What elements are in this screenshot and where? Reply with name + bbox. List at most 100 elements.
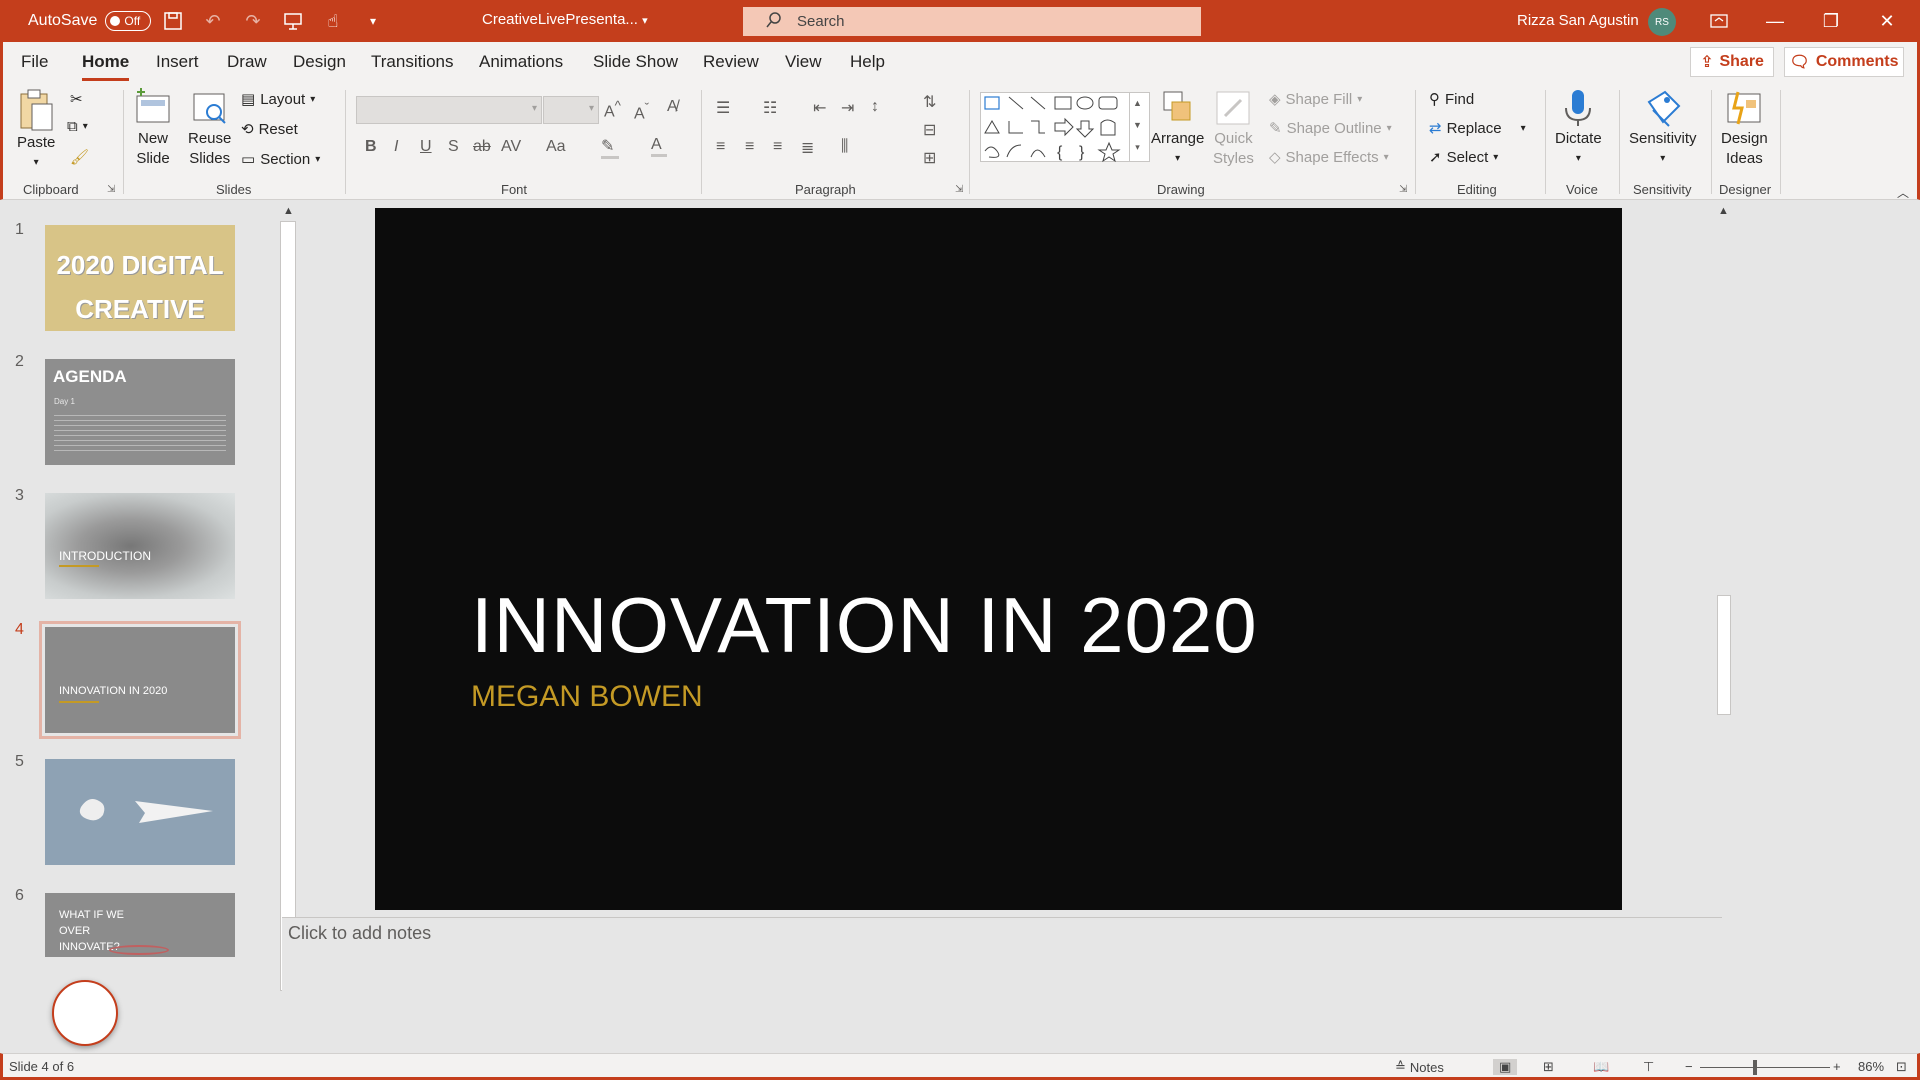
increase-indent-icon[interactable]: ⇥ — [841, 98, 854, 118]
new-slide-button[interactable]: New Slide — [133, 88, 173, 168]
autosave-control[interactable]: AutoSave Off — [28, 11, 152, 31]
reuse-slides-button[interactable]: Reuse Slides — [188, 88, 231, 168]
shape-effects-button[interactable]: ◇ Shape Effects ▾ — [1269, 148, 1389, 167]
slide-thumbnail-2[interactable]: AGENDA Day 1 — [45, 359, 235, 465]
decrease-font-size-icon[interactable]: Aˇ — [634, 100, 649, 123]
slide-title[interactable]: INNOVATION IN 2020 — [471, 580, 1258, 671]
comments-button[interactable]: 🗨 Comments — [1784, 47, 1904, 77]
scrollbar-thumb[interactable] — [1717, 595, 1731, 715]
zoom-slider[interactable] — [1700, 1067, 1830, 1068]
layout-button[interactable]: ▤ Layout ▾ — [241, 90, 315, 109]
section-button[interactable]: ▭ Section ▾ — [241, 150, 320, 169]
undo-icon[interactable]: ↶ — [200, 8, 226, 34]
scrollbar-thumb[interactable] — [280, 221, 296, 991]
format-painter-button[interactable]: 🖌 — [70, 148, 89, 166]
zoom-slider-knob[interactable] — [1753, 1060, 1757, 1075]
find-button[interactable]: ⚲ Find — [1429, 90, 1474, 109]
reading-view-icon[interactable]: 📖 — [1593, 1059, 1609, 1075]
decrease-indent-icon[interactable]: ⇤ — [813, 98, 826, 118]
tab-slide-show[interactable]: Slide Show — [593, 52, 678, 72]
dialog-launcher-icon[interactable]: ⇲ — [107, 184, 115, 195]
tab-transitions[interactable]: Transitions — [371, 52, 454, 72]
dialog-launcher-icon[interactable]: ⇲ — [955, 184, 963, 195]
ribbon-display-options-icon[interactable] — [1696, 6, 1742, 36]
slide-sorter-icon[interactable]: ⊞ — [1543, 1059, 1554, 1075]
search-box[interactable]: Search — [743, 7, 1201, 36]
gallery-scroll[interactable]: ▲ ▼ ▾ — [1129, 92, 1145, 162]
scroll-up-icon[interactable]: ▲ — [1718, 205, 1729, 217]
sensitivity-button[interactable]: Sensitivity ▾ — [1629, 88, 1697, 168]
shape-fill-button[interactable]: ◈ Shape Fill ▾ — [1269, 90, 1362, 109]
slide-scrollbar[interactable]: ▲ — [1712, 205, 1731, 910]
normal-view-icon[interactable]: ▣ — [1493, 1059, 1518, 1075]
dialog-launcher-icon[interactable]: ⇲ — [1399, 184, 1407, 195]
fit-to-window-icon[interactable]: ⊡ — [1896, 1059, 1907, 1075]
slide-thumbnail-5[interactable] — [45, 759, 235, 865]
tab-home[interactable]: Home — [82, 52, 130, 81]
tab-animations[interactable]: Animations — [479, 52, 563, 72]
copy-button[interactable]: ⧉ ▾ — [67, 118, 88, 135]
tab-file[interactable]: File — [21, 52, 48, 72]
tab-design[interactable]: Design — [293, 52, 346, 72]
notes-placeholder[interactable]: Click to add notes — [288, 923, 431, 944]
slide-thumbnail-3[interactable]: INTRODUCTION — [45, 493, 235, 599]
zoom-level[interactable]: 86% — [1858, 1059, 1884, 1074]
shape-outline-button[interactable]: ✎ Shape Outline ▾ — [1269, 119, 1392, 138]
cut-button[interactable]: ✂ — [70, 90, 83, 108]
avatar[interactable]: RS — [1648, 8, 1676, 36]
highlight-icon[interactable]: ✎ — [601, 136, 619, 159]
strikethrough-icon[interactable]: ab — [473, 138, 491, 156]
slide-subtitle[interactable]: MEGAN BOWEN — [471, 680, 703, 714]
shapes-gallery[interactable]: { } — [980, 92, 1150, 163]
redo-icon[interactable]: ↷ — [240, 8, 266, 34]
reset-button[interactable]: ⟲ Reset — [241, 120, 298, 139]
tab-help[interactable]: Help — [850, 52, 885, 72]
font-name-select[interactable]: ▾ — [356, 96, 542, 124]
close-icon[interactable]: ✕ — [1864, 6, 1910, 36]
bold-icon[interactable]: B — [365, 138, 377, 156]
columns-icon[interactable]: ⫼ — [841, 138, 848, 156]
numbering-icon[interactable]: ☷ — [763, 98, 777, 118]
align-text-icon[interactable]: ⊟ — [923, 120, 936, 140]
touch-mode-icon[interactable]: ☝ — [320, 8, 346, 34]
text-direction-icon[interactable]: ⇅ — [923, 92, 936, 112]
increase-font-size-icon[interactable]: A^ — [604, 98, 621, 121]
line-spacing-icon[interactable]: ↕ — [871, 98, 879, 116]
paste-button[interactable]: Paste ▾ — [17, 88, 55, 172]
share-button[interactable]: ⇪ Share — [1690, 47, 1774, 77]
underline-icon[interactable]: U — [420, 138, 432, 156]
notes-button[interactable]: ≙ Notes — [1395, 1059, 1444, 1075]
file-name[interactable]: CreativeLivePresenta... ▾ — [482, 11, 648, 28]
slide-thumbnail-6[interactable]: WHAT IF WE OVER INNOVATE? — [45, 893, 235, 957]
font-size-select[interactable]: ▾ — [543, 96, 599, 124]
slide-thumbnail-4[interactable]: INNOVATION IN 2020 — [39, 621, 241, 739]
text-shadow-icon[interactable]: S — [448, 138, 459, 156]
character-spacing-icon[interactable]: AV — [501, 138, 521, 156]
slide-canvas[interactable]: INNOVATION IN 2020 MEGAN BOWEN — [375, 208, 1622, 910]
tab-insert[interactable]: Insert — [156, 52, 199, 72]
collapse-ribbon-icon[interactable]: ︿ — [1897, 184, 1909, 201]
italic-icon[interactable]: I — [394, 138, 398, 156]
select-button[interactable]: ➚ Select ▾ — [1429, 148, 1498, 167]
align-center-icon[interactable]: ≡ — [745, 138, 754, 156]
design-ideas-button[interactable]: Design Ideas — [1721, 88, 1768, 168]
autosave-toggle[interactable]: Off — [105, 11, 152, 31]
font-color-icon[interactable]: A — [651, 136, 667, 157]
scroll-up-icon[interactable]: ▲ — [283, 205, 294, 217]
zoom-out-icon[interactable]: − — [1685, 1059, 1693, 1074]
arrange-button[interactable]: Arrange ▾ — [1151, 88, 1204, 168]
tab-draw[interactable]: Draw — [227, 52, 267, 72]
slide-thumbnail-1[interactable]: 2020 DIGITAL CREATIVE LIVE — [45, 225, 235, 331]
save-icon[interactable] — [160, 8, 186, 34]
smartart-icon[interactable]: ⊞ — [923, 148, 936, 168]
zoom-in-icon[interactable]: + — [1833, 1059, 1841, 1074]
clear-formatting-icon[interactable]: A̸ — [667, 98, 678, 116]
present-icon[interactable] — [280, 8, 306, 34]
minimize-icon[interactable]: — — [1752, 6, 1798, 36]
notes-pane[interactable]: Click to add notes — [282, 918, 1722, 1052]
user-name[interactable]: Rizza San Agustin — [1517, 12, 1639, 29]
restore-icon[interactable]: ❐ — [1808, 6, 1854, 36]
slideshow-view-icon[interactable]: ⊤ — [1643, 1059, 1654, 1075]
tab-review[interactable]: Review — [703, 52, 759, 72]
align-left-icon[interactable]: ≡ — [716, 138, 725, 156]
